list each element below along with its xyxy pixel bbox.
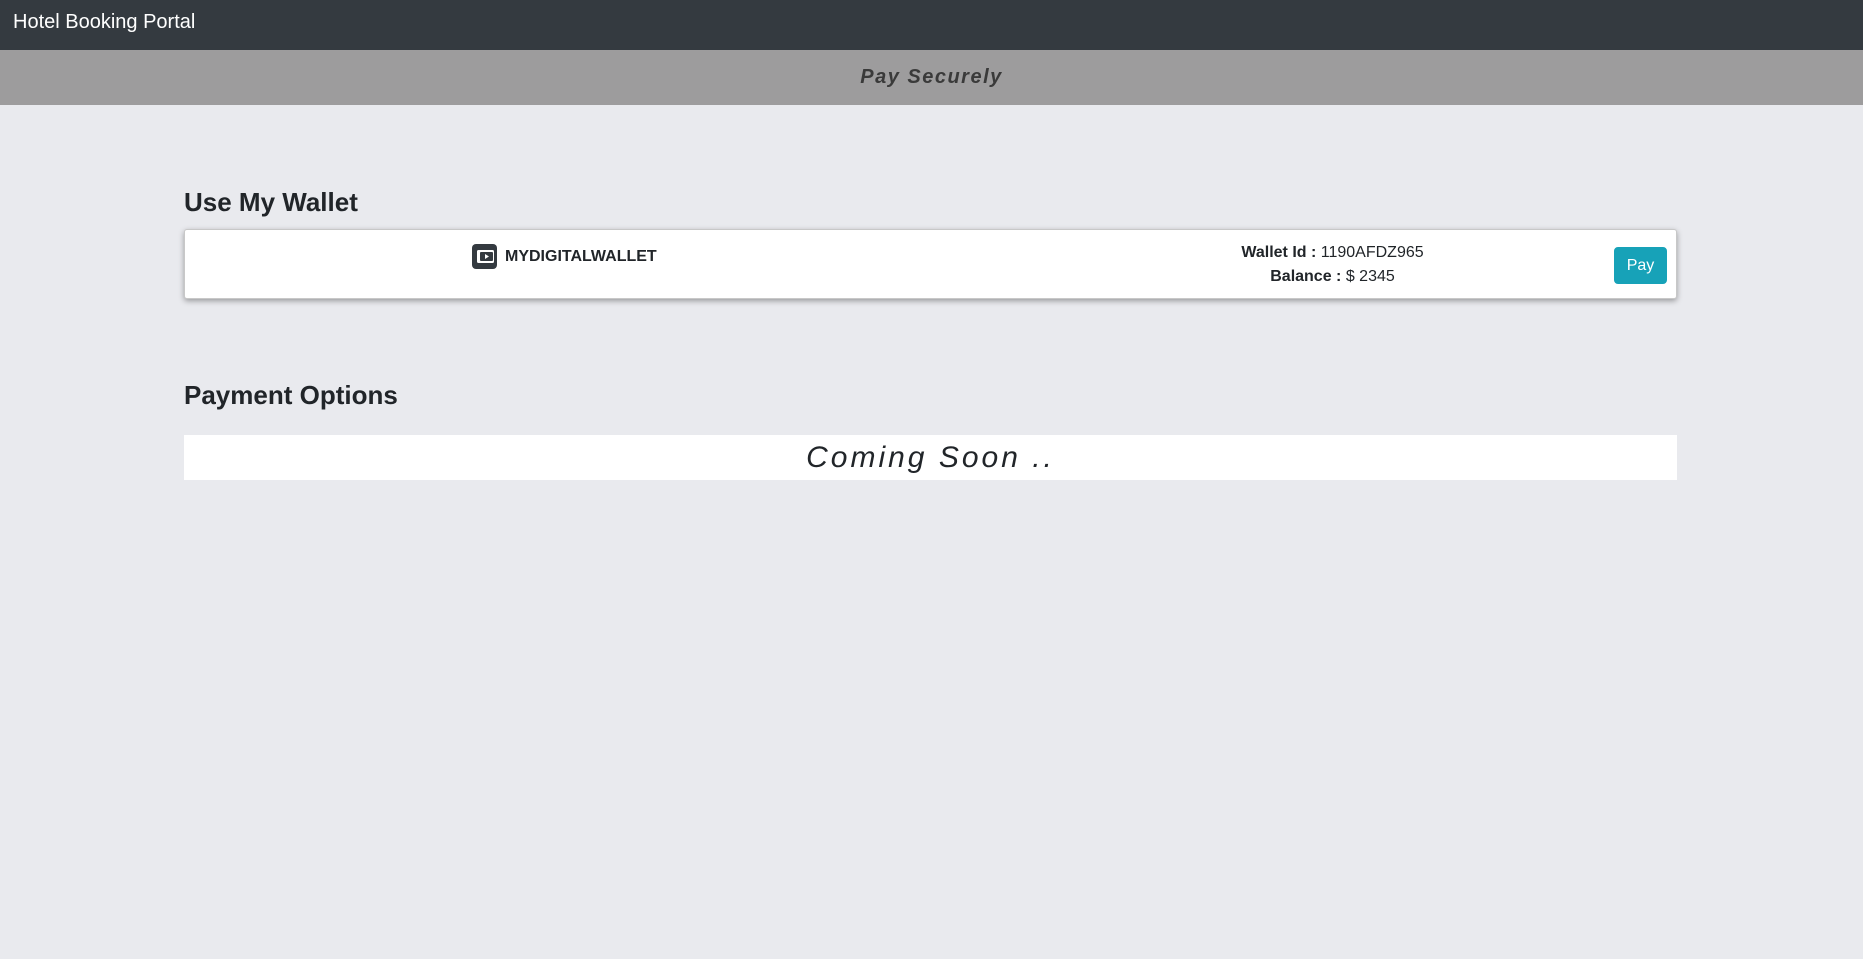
payment-options-section: Payment Options Coming Soon .. xyxy=(184,379,1677,480)
wallet-section-title: Use My Wallet xyxy=(184,187,358,217)
wallet-card: MYDIGITALWALLET Wallet Id : 1190AFDZ965 … xyxy=(184,229,1677,299)
payment-options-title: Payment Options xyxy=(184,380,398,410)
wallet-name: MYDIGITALWALLET xyxy=(505,247,657,265)
wallet-balance-row: Balance : $ 2345 xyxy=(1205,265,1460,289)
wallet-balance-value: $ 2345 xyxy=(1345,268,1395,285)
wallet-balance-label: Balance : xyxy=(1270,268,1342,285)
page-title: Pay Securely xyxy=(860,66,1003,88)
coming-soon-text: Coming Soon .. xyxy=(806,440,1055,474)
wallet-id-row: Wallet Id : 1190AFDZ965 xyxy=(1205,241,1460,265)
wallet-id-value: 1190AFDZ965 xyxy=(1320,244,1424,261)
pay-button[interactable]: Pay xyxy=(1614,247,1667,284)
wallet-brand: MYDIGITALWALLET xyxy=(472,244,657,269)
coming-soon-box: Coming Soon .. xyxy=(184,435,1677,480)
wallet-icon xyxy=(472,244,497,269)
wallet-section: Use My Wallet MYDIGITALWALLET Wallet Id … xyxy=(184,186,1677,299)
page-subheader: Pay Securely xyxy=(0,50,1863,105)
wallet-info: Wallet Id : 1190AFDZ965 Balance : $ 2345 xyxy=(1205,241,1460,289)
brand-link[interactable]: Hotel Booking Portal xyxy=(13,12,195,32)
top-navbar: Hotel Booking Portal xyxy=(0,0,1863,50)
wallet-id-label: Wallet Id : xyxy=(1241,244,1317,261)
